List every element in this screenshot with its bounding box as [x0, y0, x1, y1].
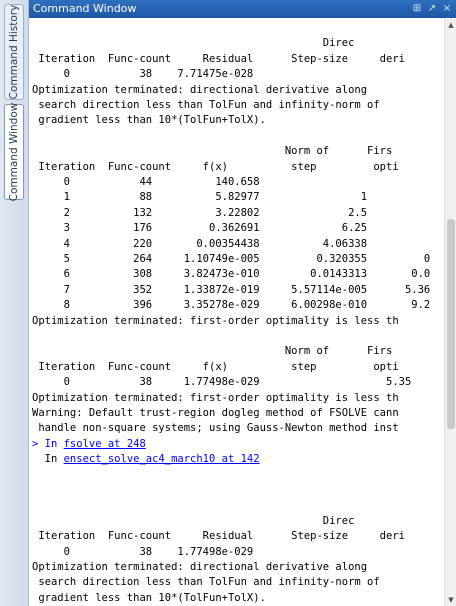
console-line: Optimization terminated: first-order opt… [32, 391, 399, 404]
scroll-thumb[interactable] [447, 219, 455, 429]
console-line: 3 176 0.362691 6.25 [32, 222, 368, 235]
stack-trace-link[interactable]: ensect_solve_ac4_march10 at 142 [64, 453, 260, 465]
undock-icon[interactable]: ⊞ [410, 1, 424, 16]
console-line: handle non-square systems; using Gauss-N… [32, 422, 399, 435]
console-line: 1 88 5.82977 1 [32, 191, 368, 204]
console-line: 8 396 3.35278e-029 6.00298e-010 9.2 [32, 299, 431, 312]
console-line: gradient less than 10*(TolFun+TolX). [32, 114, 266, 127]
scroll-up-arrow-icon[interactable]: ▲ [445, 19, 456, 31]
console-line: 6 308 3.82473e-010 0.0143313 0.0 [32, 268, 431, 281]
stack-trace-link[interactable]: fsolve at 248 [64, 438, 146, 450]
console-line: 0 38 7.71475e-028 [32, 68, 254, 81]
close-icon[interactable]: × [440, 1, 454, 16]
tab-command-history-label: Command History [8, 4, 20, 100]
console-line: Norm of Firs [32, 145, 393, 158]
error-trace-line: > In fsolve at 248 [32, 437, 146, 452]
console-line: 7 352 1.33872e-019 5.57114e-005 5.36 [32, 283, 431, 296]
tab-command-window[interactable]: Command Window [4, 102, 24, 202]
command-window-console[interactable]: Direc Iteration Func-count Residual Step… [29, 19, 444, 606]
console-line: Iteration Func-count Residual Step-size … [32, 52, 405, 65]
pin-icon[interactable]: ↗ [425, 1, 439, 16]
console-line: 5 264 1.10749e-005 0.320355 0 [32, 253, 431, 265]
console-line: search direction less than TolFun and in… [32, 99, 380, 111]
console-line: search direction less than TolFun and in… [32, 576, 380, 589]
console-line: Norm of Firs [32, 345, 393, 358]
console-line: Optimization terminated: first-order opt… [32, 314, 399, 327]
console-line: Iteration Func-count f(x) step opti [32, 360, 399, 373]
console-line: Iteration Func-count Residual Step-size … [32, 530, 405, 543]
window-title: Command Window [33, 2, 137, 15]
console-line: gradient less than 10*(TolFun+TolX). [32, 591, 266, 604]
console-line: 0 38 1.77498e-029 [32, 545, 254, 558]
console-line: Optimization terminated: directional der… [32, 83, 368, 96]
scroll-down-arrow-icon[interactable]: ▼ [445, 594, 456, 606]
window-titlebar: Command Window ⊞ ↗ × [29, 0, 456, 18]
console-line: Direc [32, 514, 355, 527]
trace-prefix: > In [32, 437, 64, 450]
side-tab-bar: Command History Command Window [0, 0, 29, 606]
trace-prefix: In [32, 453, 64, 466]
console-line: 0 44 140.658 [32, 176, 260, 188]
console-line: Warning: Default trust-region dogleg met… [32, 407, 399, 419]
error-trace-line: In ensect_solve_ac4_march10 at 142 [32, 452, 260, 467]
tab-command-window-label: Command Window [8, 102, 20, 202]
console-line: Iteration Func-count f(x) step opti [32, 160, 399, 173]
console-line: 2 132 3.22802 2.5 [32, 206, 368, 219]
tab-command-history[interactable]: Command History [4, 4, 24, 100]
console-line: 0 38 1.77498e-029 5.35 [32, 376, 412, 389]
vertical-scrollbar[interactable]: ▲ ▼ [444, 19, 456, 606]
console-line: Direc [32, 37, 355, 50]
console-line: Optimization terminated: directional der… [32, 561, 368, 573]
console-line: 4 220 0.00354438 4.06338 [32, 237, 368, 250]
